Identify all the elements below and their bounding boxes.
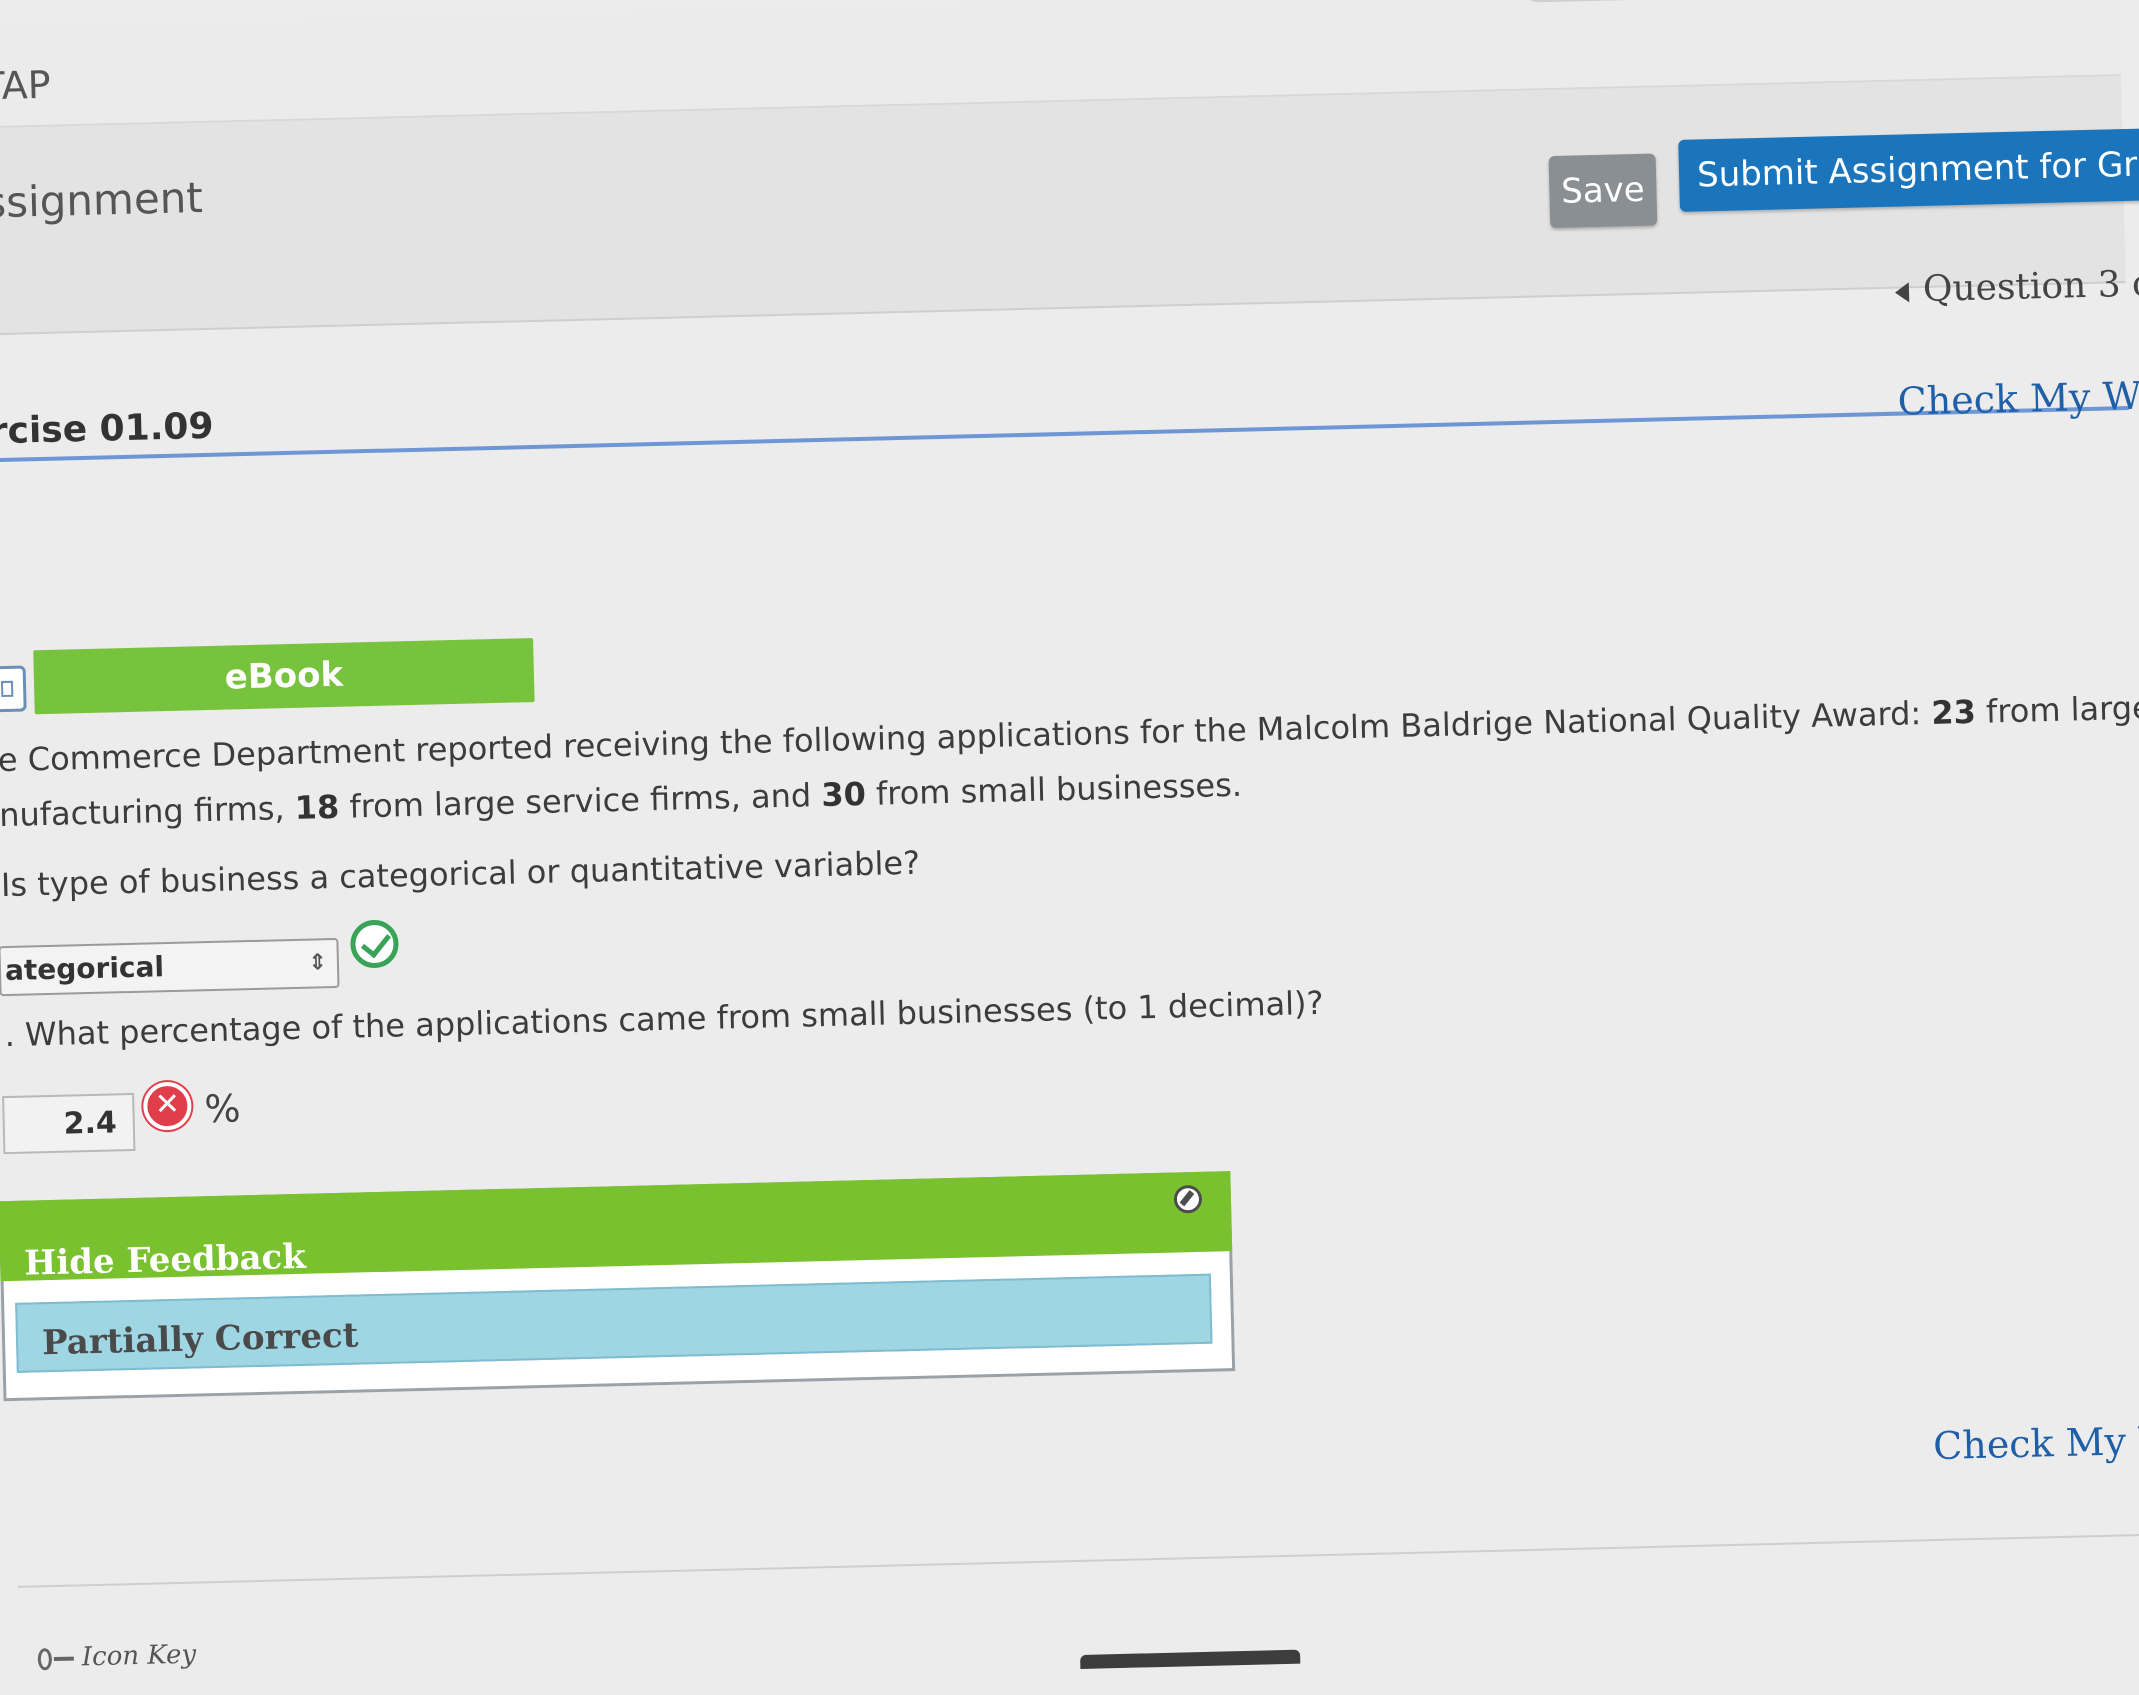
select-value: ategorical <box>4 950 165 988</box>
feedback-status-text: Partially Correct <box>41 1315 359 1364</box>
key-icon <box>37 1648 53 1671</box>
icon-key-link[interactable]: Icon Key <box>37 1640 196 1674</box>
assignment-page: TAP ssignment Save Submit Assignment for… <box>0 0 2139 1694</box>
exercise-divider <box>0 405 2129 463</box>
icon-key-label: Icon Key <box>81 1639 197 1673</box>
large-service-count: 18 <box>294 787 340 827</box>
previous-question-icon[interactable] <box>1894 282 1910 303</box>
incorrect-x-icon: ✕ <box>142 1081 192 1131</box>
hide-feedback-toggle[interactable]: Hide Feedback <box>24 1237 307 1284</box>
intro-text: from small businesses. <box>865 765 1243 813</box>
question-part-b: . What percentage of the applications ca… <box>4 983 1324 1055</box>
question-part-a: Is type of business a categorical or qua… <box>0 843 921 905</box>
bottom-edge-bar <box>1080 1649 1301 1669</box>
variable-type-select[interactable]: ategorical ⇕ <box>0 937 340 997</box>
exercise-title: rcise 01.09 <box>0 405 214 453</box>
key-icon-shaft <box>53 1656 74 1662</box>
assignment-title: ssignment <box>0 172 204 228</box>
submit-assignment-button[interactable]: Submit Assignment for Grac <box>1678 128 2139 212</box>
check-my-work-link[interactable]: Check My Wo <box>1897 373 2139 423</box>
intro-text: from large service firms, and <box>338 776 822 826</box>
percentage-answer-input[interactable] <box>2 1092 136 1155</box>
ebook-button[interactable]: eBook <box>33 638 535 715</box>
percent-unit: % <box>203 1086 242 1132</box>
intro-text: nufacturing firms, <box>0 788 296 835</box>
correct-check-icon <box>349 919 400 969</box>
intro-text: from large <box>1975 688 2139 731</box>
select-arrows-icon: ⇕ <box>308 950 328 976</box>
question-intro-line-2: nufacturing firms, 18 from large service… <box>0 766 1242 834</box>
question-navigator[interactable]: Question 3 of <box>1894 263 2139 311</box>
large-manufacturing-count: 23 <box>1930 692 1977 732</box>
footer-divider <box>18 1533 2139 1588</box>
book-icon[interactable] <box>0 665 27 713</box>
small-business-count: 30 <box>820 774 867 815</box>
brand-title: TAP <box>0 62 52 109</box>
check-my-work-link-bottom[interactable]: Check My Wo <box>1933 1418 2139 1468</box>
question-counter: Question 3 of <box>1922 263 2139 310</box>
save-button[interactable]: Save <box>1548 153 1658 229</box>
